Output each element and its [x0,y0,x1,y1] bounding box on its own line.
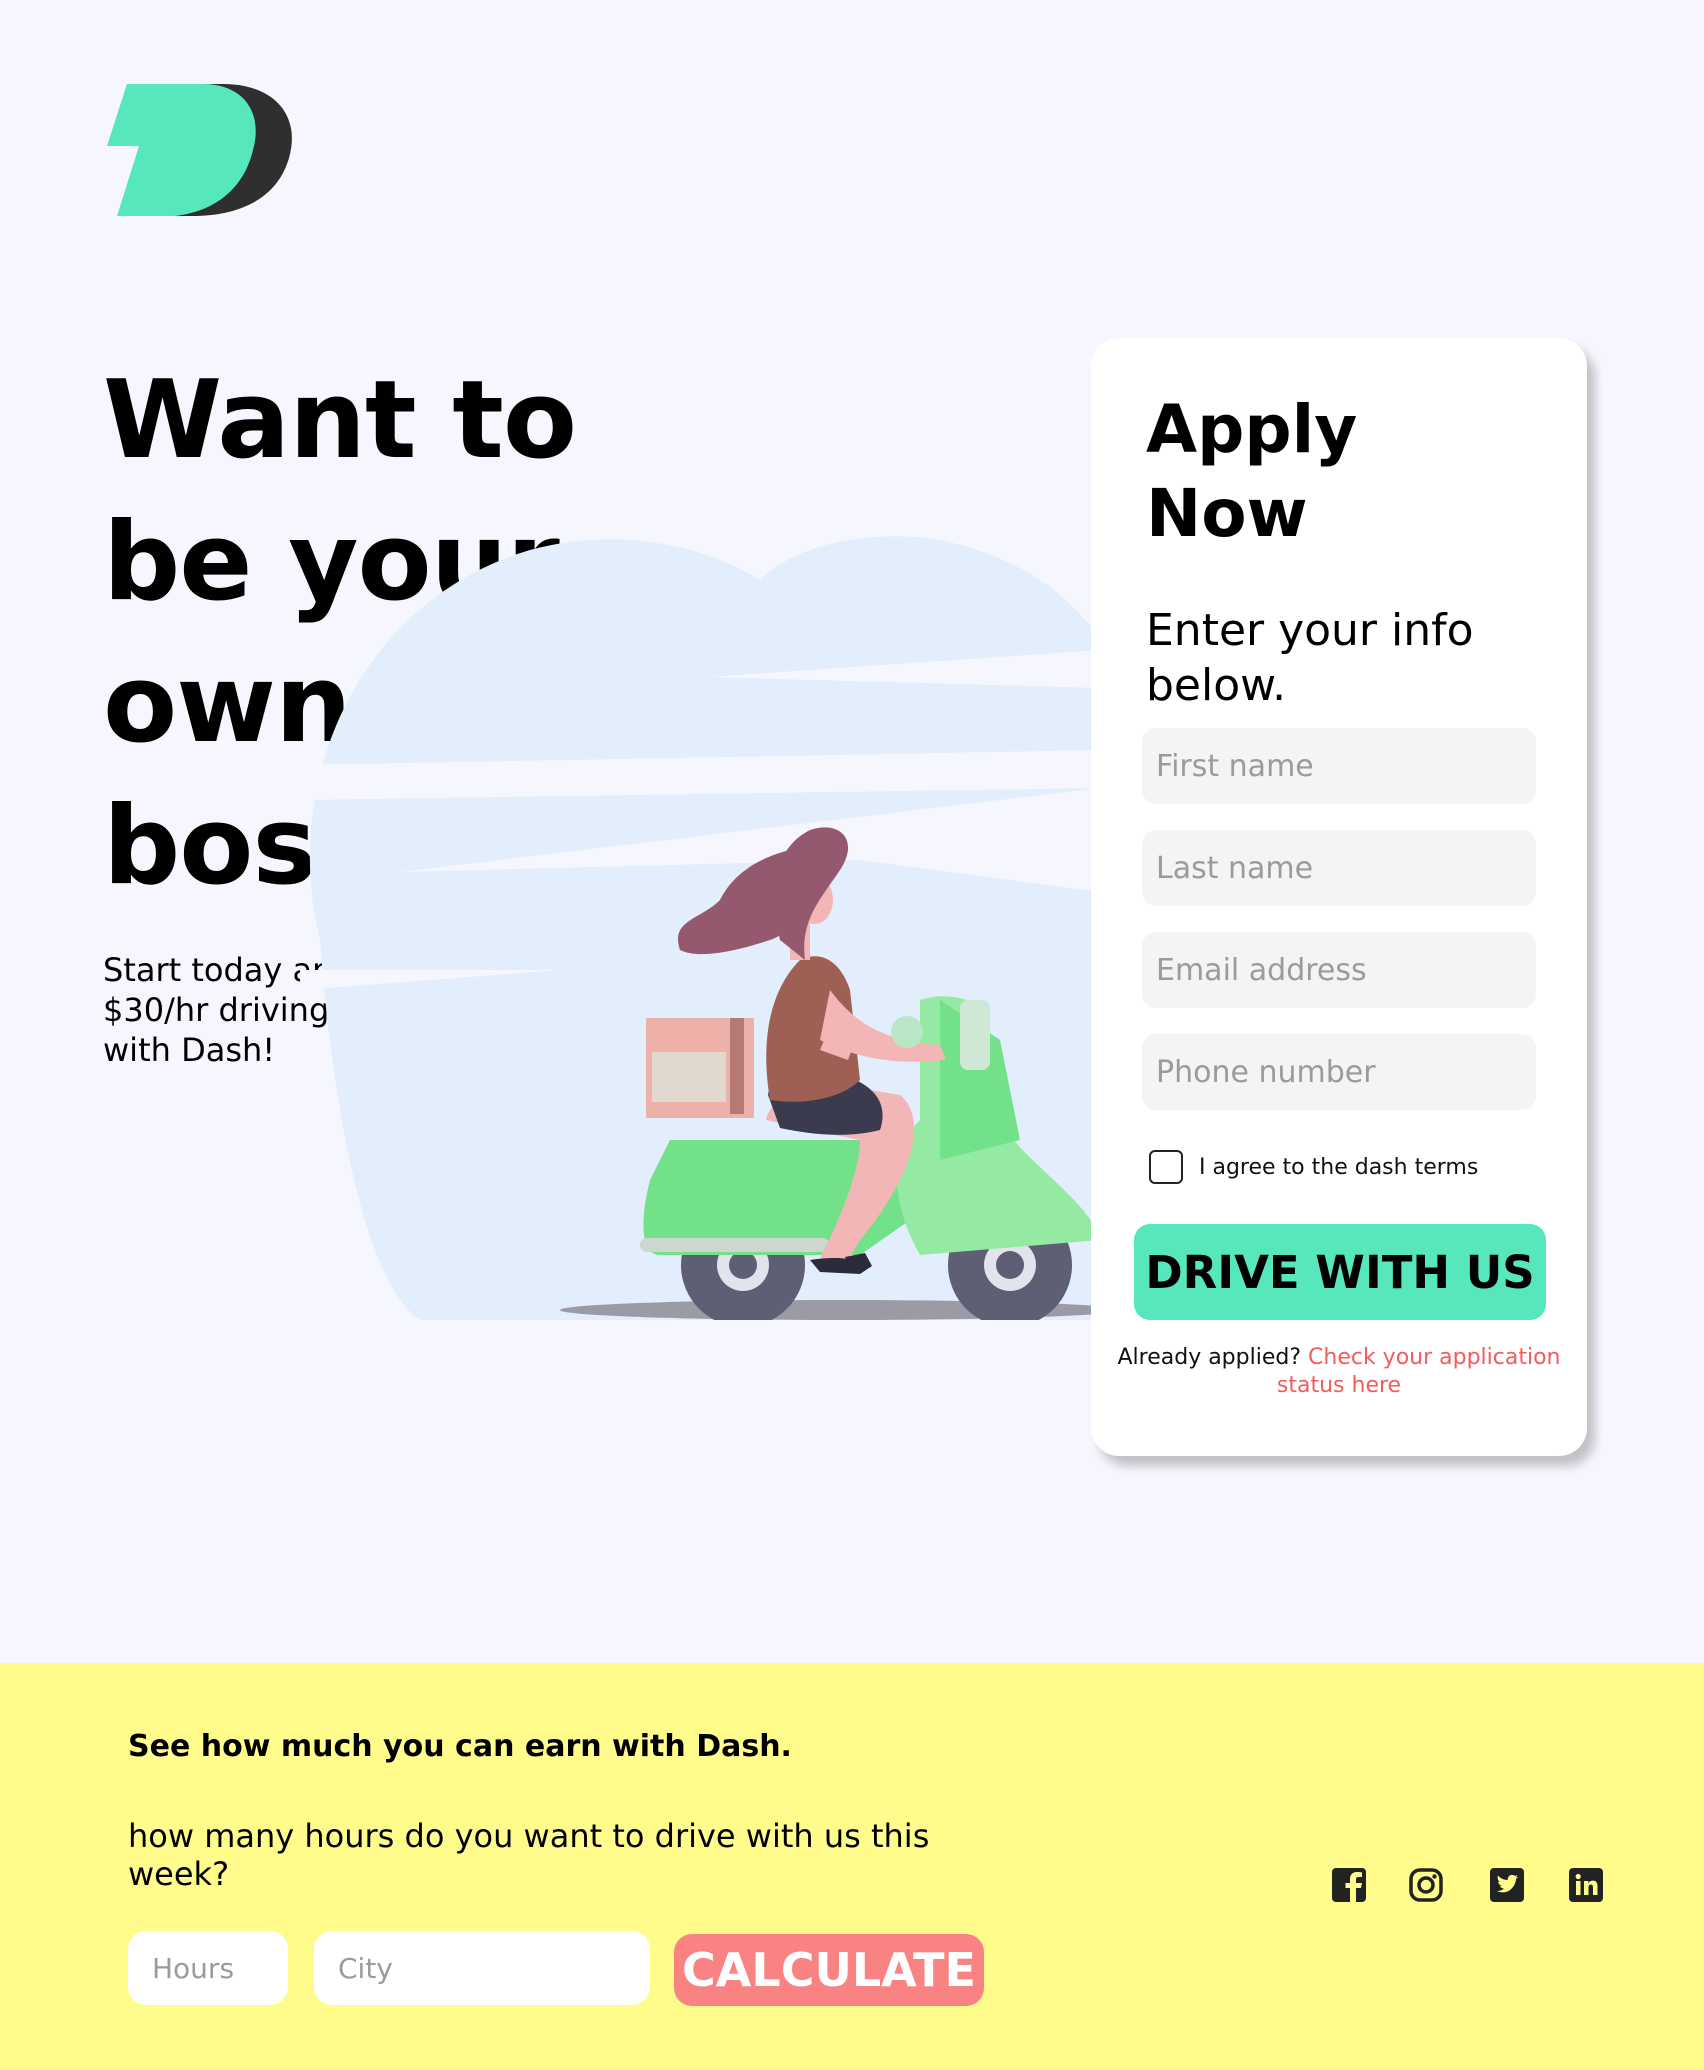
dash-logo-icon[interactable] [103,80,293,216]
last-name-input[interactable] [1142,830,1536,906]
apply-card: Apply Now Enter your info below. I agree… [1091,338,1587,1456]
already-applied-text: Already applied? [1117,1345,1302,1370]
terms-checkbox[interactable] [1149,1150,1183,1184]
status-link[interactable]: Check your application status here [1277,1345,1561,1398]
linkedin-icon[interactable] [1568,1867,1604,1903]
calculate-button[interactable]: CALCULATE [674,1934,984,2006]
earnings-section: See how much you can earn with Dash. how… [0,1663,1704,2070]
twitter-icon[interactable] [1489,1867,1525,1903]
phone-input[interactable] [1142,1034,1536,1110]
already-applied: Already applied? Check your application … [1111,1344,1567,1400]
city-input[interactable] [314,1931,650,2005]
hero-section: Want to be your own boss? Start today an… [0,0,1704,1663]
hours-input[interactable] [128,1931,288,2005]
earnings-question: how many hours do you want to drive with… [128,1817,930,1893]
drive-with-us-button[interactable]: DRIVE WITH US [1134,1224,1546,1320]
apply-subtitle: Enter your info below. [1146,605,1474,711]
first-name-input[interactable] [1142,728,1536,804]
terms-label[interactable]: I agree to the dash terms [1199,1155,1478,1180]
earnings-title: See how much you can earn with Dash. [128,1729,792,1764]
terms-agreement: I agree to the dash terms [1149,1150,1478,1184]
scooter-rider-illustration [300,536,1100,1320]
facebook-icon[interactable] [1331,1867,1367,1903]
email-input[interactable] [1142,932,1536,1008]
instagram-icon[interactable] [1408,1867,1444,1903]
apply-title: Apply Now [1146,391,1358,552]
